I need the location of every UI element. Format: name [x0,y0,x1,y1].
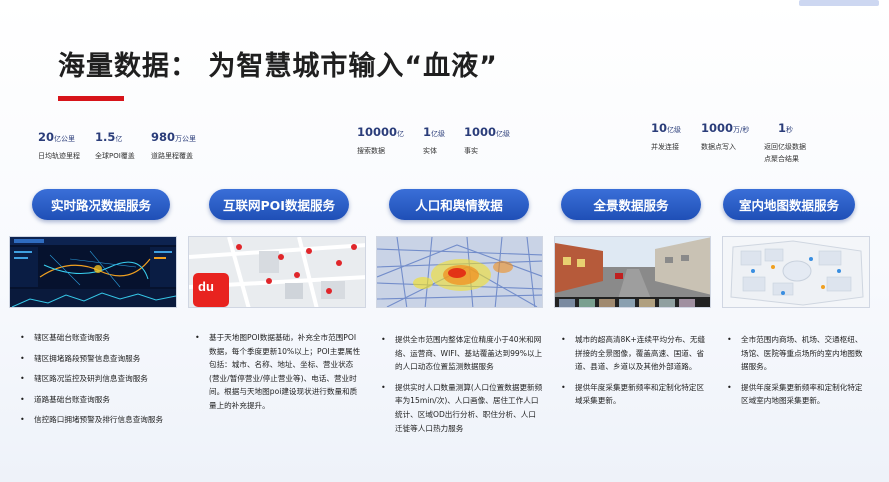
stat-road-mileage: 980万公里 道路里程覆盖 [151,130,197,160]
stat-global-poi: 1.5亿 全球POI覆盖 [95,130,135,160]
stat-daily-track: 20亿公里 日均轨迹里程 [38,130,80,160]
list-item: 提供年度采集更新频率和定制化特定区域采集更新。 [561,381,709,408]
indoor-service-list: 全市范围内商场、机场、交通枢纽、场馆、医院等重点场所的室内地图数据服务。 提供年… [727,333,863,415]
list-item: 城市的超高清8K+连续平均分布、无缝拼接的全景图像，覆盖高速、国道、省道、县道、… [561,333,709,374]
service-button-poi[interactable]: 互联网POI数据服务 [209,189,349,220]
population-heatmap-image [376,236,543,308]
title-accent-bar [58,96,124,101]
population-service-list: 提供全市范围内整体定位精度小于40米和网络、运营商、WIFI、基站覆盖达到99%… [381,333,543,479]
list-item: 辖区拥堵路段预警信息查询服务 [20,352,172,366]
list-item: 信控路口拥堵预警及排行信息查询服务 [20,413,172,427]
indoor-map-image [722,236,870,308]
service-button-population[interactable]: 人口和舆情数据 [389,189,529,220]
poi-map-image: du [188,236,366,308]
baidu-map-logo: du [198,279,214,294]
stat-concurrency: 10亿级 并发连接 [651,121,682,151]
traffic-service-list: 辖区基础台账查询服务 辖区拥堵路段预警信息查询服务 辖区路况监控及研判信息查询服… [20,331,172,434]
list-item: 全市范围内商场、机场、交通枢纽、场馆、医院等重点场所的室内地图数据服务。 [727,333,863,374]
list-item: 辖区路况监控及研判信息查询服务 [20,372,172,386]
poi-service-list: 基于天地图POI数据基础，补充全市范围POI数据，每个季度更新10%以上；POI… [195,331,363,420]
list-item: 道路基础台账查询服务 [20,393,172,407]
list-item: 辖区基础台账查询服务 [20,331,172,345]
stat-facts: 1000亿级 事实 [464,125,511,155]
panorama-street-image [554,236,711,308]
stat-entities: 1亿级 实体 [423,125,446,155]
traffic-dashboard-image [9,236,177,308]
stat-search-data: 10000亿 搜索数据 [357,125,405,155]
corner-logo [759,0,879,10]
list-item: 提供年度采集更新频率和定制化特定区域室内地图采集更新。 [727,381,863,408]
list-item: 提供全市范围内整体定位精度小于40米和网络、运营商、WIFI、基站覆盖达到99%… [381,333,543,374]
page-title: 海量数据： 为智慧城市输入“血液” [58,51,498,82]
list-item: 基于天地图POI数据基础，补充全市范围POI数据，每个季度更新10%以上；POI… [195,331,363,413]
list-item: 提供实时人口数量测算(人口位置数据更新频率为15min/次)、人口画像、居住工作… [381,381,543,435]
stat-response-time: 1秒 返回亿级数据 点聚合结果 [764,121,806,163]
service-button-panorama[interactable]: 全景数据服务 [561,189,701,220]
service-button-realtime-traffic[interactable]: 实时路况数据服务 [32,189,170,220]
service-button-indoor-map[interactable]: 室内地图数据服务 [723,189,855,220]
panorama-service-list: 城市的超高清8K+连续平均分布、无缝拼接的全景图像，覆盖高速、国道、省道、县道、… [561,333,709,415]
stat-write-rate: 1000万/秒 数据点写入 [701,121,750,151]
